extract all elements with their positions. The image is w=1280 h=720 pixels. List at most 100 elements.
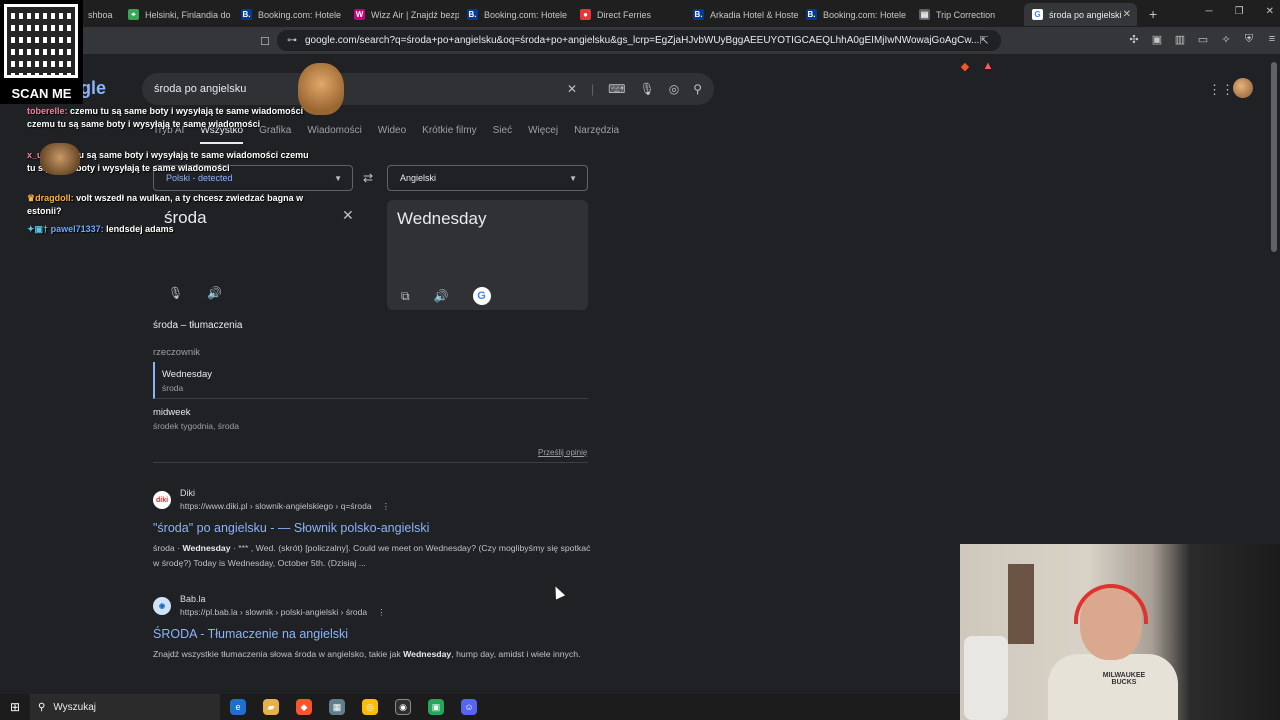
- browser-tab-bar: shboa ⌖ Helsinki, Finlandia do B. Booking.co…: [0, 0, 1280, 27]
- obs-icon[interactable]: ◉: [395, 699, 411, 715]
- microphone-icon[interactable]: 🎙: [168, 286, 183, 300]
- browser-tab[interactable]: shboa: [80, 3, 120, 26]
- bookmark-icon[interactable]: ☐: [258, 34, 272, 48]
- copy-icon[interactable]: ⧉: [401, 289, 410, 304]
- lens-icon[interactable]: ◎: [669, 82, 679, 96]
- result-title-link[interactable]: ŚRODA - Tłumaczenie na angielski: [153, 627, 593, 641]
- speaker-icon[interactable]: 🔊: [434, 289, 449, 303]
- clear-source-icon[interactable]: ✕: [342, 207, 354, 224]
- qr-code-overlay: SCAN ME: [0, 0, 83, 104]
- clear-search-icon[interactable]: ✕: [567, 82, 577, 96]
- dictionary-entry[interactable]: midweek środek tygodnia, środa: [153, 407, 239, 431]
- nav-tab[interactable]: Krótkie filmy: [422, 125, 476, 144]
- feedback-link[interactable]: Prześlij opinię: [538, 448, 587, 457]
- browser-tab[interactable]: B. Booking.com: Hotele: [233, 3, 346, 26]
- media-icon[interactable]: ▣: [1150, 32, 1164, 46]
- speaker-icon[interactable]: 🔊: [207, 286, 222, 300]
- dictionary-entry[interactable]: Wednesday środa: [153, 362, 588, 399]
- page-scrollbar[interactable]: [1271, 62, 1277, 252]
- dictionary-word: Wednesday: [162, 369, 212, 380]
- vpn-icon[interactable]: ⛨: [1242, 32, 1256, 46]
- discord-icon[interactable]: ☺: [461, 699, 477, 715]
- browser-tab[interactable]: ⌖ Helsinki, Finlandia do: [120, 3, 233, 26]
- more-options-icon[interactable]: ⋮: [382, 501, 391, 511]
- brave-rewards-icon[interactable]: ▲: [981, 59, 995, 73]
- google-translate-icon[interactable]: G: [472, 287, 491, 305]
- url-field[interactable]: ⊶ google.com/search?q=środa+po+angielsku…: [277, 30, 1001, 51]
- tab-favicon-icon: ⌖: [128, 9, 139, 20]
- nav-tab[interactable]: Sieć: [493, 125, 512, 144]
- account-avatar[interactable]: [1233, 78, 1253, 98]
- nav-tab[interactable]: Narzędzia: [574, 125, 619, 144]
- app-icon[interactable]: ▣: [428, 699, 444, 715]
- nav-tab[interactable]: Więcej: [528, 125, 558, 144]
- diki-favicon: diki: [153, 491, 171, 509]
- brave-shield-icon[interactable]: ◆: [958, 59, 972, 73]
- browser-tab[interactable]: B. Booking.com: Hotele: [798, 3, 911, 26]
- tab-favicon-icon: W: [354, 9, 365, 20]
- taskbar-search[interactable]: ⚲ Wyszukaj: [30, 694, 220, 720]
- tab-title: środa po angielski: [1049, 9, 1122, 20]
- chrome-icon[interactable]: ◎: [362, 699, 378, 715]
- keyboard-icon[interactable]: ⌨: [608, 82, 625, 96]
- site-info-icon[interactable]: ⊶: [287, 35, 297, 46]
- result-snippet: środa · Wednesday · *** , Wed. (skrót) […: [153, 543, 591, 568]
- target-language-select[interactable]: Angielski ▼: [387, 165, 588, 191]
- brave-icon[interactable]: ◆: [296, 699, 312, 715]
- chat-username: dragdoll:: [35, 193, 74, 203]
- close-window-icon[interactable]: ✕: [1266, 6, 1274, 17]
- chat-message: ♛dragdoll: volt wszedł na wulkan, a ty c…: [27, 192, 317, 218]
- more-options-icon[interactable]: ⋮: [377, 607, 386, 617]
- chat-username: pawel71337:: [50, 224, 104, 234]
- app-icon[interactable]: ▦: [329, 699, 345, 715]
- qr-code-image: [4, 4, 78, 78]
- chat-text: czemu tu są same boty i wysyłają te same…: [27, 106, 304, 129]
- search-query[interactable]: środa po angielsku: [154, 83, 246, 95]
- extensions-icon[interactable]: ✣: [1127, 32, 1141, 46]
- browser-tab[interactable]: B. Booking.com: Hotele: [459, 3, 572, 26]
- restore-icon[interactable]: ❐: [1235, 6, 1244, 17]
- target-language-label: Angielski: [400, 173, 437, 183]
- search-icon[interactable]: ⚲: [693, 82, 702, 96]
- chat-message: toberelle: czemu tu są same boty i wysył…: [27, 105, 317, 131]
- share-icon[interactable]: ⇱: [977, 34, 991, 48]
- new-tab-button[interactable]: +: [1149, 6, 1157, 22]
- browser-tab[interactable]: B. Arkadia Hotel & Hoste: [685, 3, 798, 26]
- menu-icon[interactable]: ≡: [1265, 32, 1279, 46]
- translation-output: Wednesday ⧉ 🔊 G: [387, 200, 588, 310]
- tab-title: Trip Correction: [936, 9, 996, 20]
- result-url[interactable]: https://www.diki.pl › slownik-angielskie…: [180, 501, 372, 511]
- leo-ai-icon[interactable]: ✧: [1219, 32, 1233, 46]
- tab-favicon-icon: B.: [241, 9, 252, 20]
- nav-tab[interactable]: Wideo: [378, 125, 406, 144]
- sidebar-icon[interactable]: ▥: [1173, 32, 1187, 46]
- tab-favicon-icon: B.: [467, 9, 478, 20]
- result-url[interactable]: https://pl.bab.la › slownik › polski-ang…: [180, 607, 367, 617]
- dictionary-back-translation: środa: [162, 383, 184, 393]
- search-result: ◉ Bab.la https://pl.bab.la › slownik › p…: [153, 594, 593, 662]
- google-logo[interactable]: gle: [80, 78, 106, 99]
- chevron-down-icon: ▼: [569, 173, 577, 183]
- search-box[interactable]: środa po angielsku ✕ | ⌨ 🎙 ◎ ⚲: [142, 73, 714, 105]
- result-title-link[interactable]: "środa" po angielsku - — Słownik polsko-…: [153, 521, 593, 535]
- browser-tab[interactable]: ● Direct Ferries: [572, 3, 685, 26]
- browser-tab[interactable]: W Wizz Air | Znajdź bezp: [346, 3, 459, 26]
- microphone-icon[interactable]: 🎙: [639, 82, 654, 96]
- dictionary-title: środa – tłumaczenia: [153, 320, 243, 331]
- browser-tab[interactable]: ▤ Trip Correction: [911, 3, 1024, 26]
- close-tab-icon[interactable]: ✕: [1123, 9, 1131, 20]
- qr-label: SCAN ME: [11, 86, 72, 101]
- windows-start-icon[interactable]: ⊞: [0, 700, 30, 714]
- taskbar: ⊞ ⚲ Wyszukaj e ▰ ◆ ▦ ◎ ◉ ▣ ☺: [0, 694, 960, 720]
- edge-icon[interactable]: e: [230, 699, 246, 715]
- result-site-name: Diki: [180, 488, 195, 498]
- browser-tab[interactable]: Gśroda po angielski ✕: [1024, 3, 1137, 26]
- dictionary-back-translation: środek tygodnia, środa: [153, 421, 239, 431]
- tab-title: Helsinki, Finlandia do: [145, 9, 231, 20]
- file-explorer-icon[interactable]: ▰: [263, 699, 279, 715]
- wallet-icon[interactable]: ▭: [1196, 32, 1210, 46]
- swap-languages-icon[interactable]: ⇄: [363, 171, 373, 185]
- chat-message: ✦▣† pawel71337: lendsdej adams: [27, 223, 317, 236]
- minimize-icon[interactable]: ─: [1206, 6, 1213, 17]
- dictionary-word: midweek: [153, 407, 191, 418]
